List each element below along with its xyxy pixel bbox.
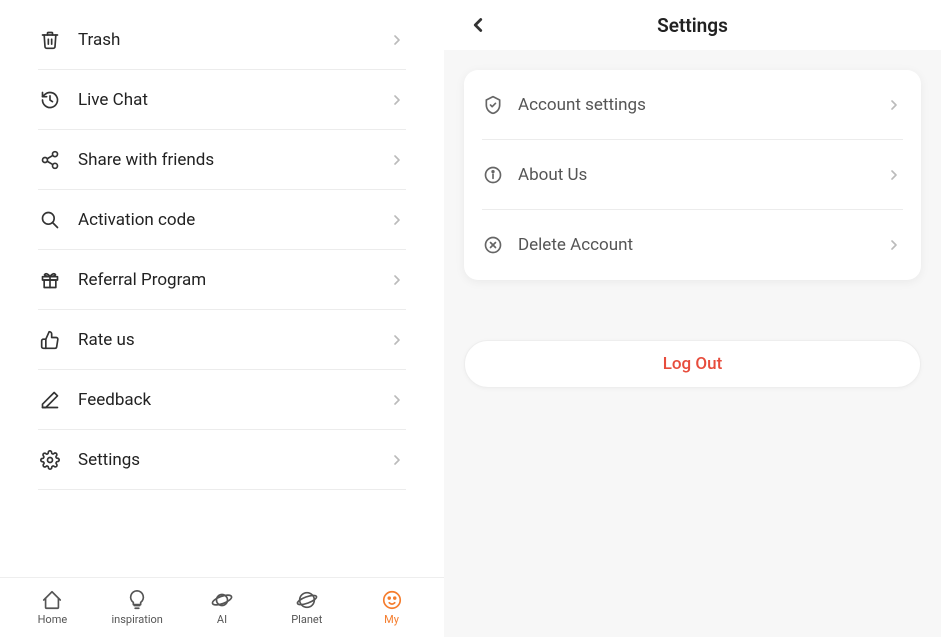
back-button[interactable] bbox=[464, 11, 492, 39]
card-item-label: Delete Account bbox=[518, 235, 885, 255]
menu-list: Trash Live Chat Share with friends bbox=[0, 0, 444, 577]
menu-item-label: Share with friends bbox=[78, 150, 388, 170]
card-item-account-settings[interactable]: Account settings bbox=[482, 70, 903, 140]
logout-button[interactable]: Log Out bbox=[464, 340, 921, 388]
bottom-nav: Home inspiration AI Planet My bbox=[0, 577, 444, 637]
menu-item-label: Settings bbox=[78, 450, 388, 470]
thumbs-up-icon bbox=[38, 328, 62, 352]
gift-icon bbox=[38, 268, 62, 292]
lightbulb-icon bbox=[126, 589, 148, 611]
settings-header: Settings bbox=[444, 0, 941, 50]
card-item-about-us[interactable]: About Us bbox=[482, 140, 903, 210]
close-circle-icon bbox=[482, 234, 504, 256]
nav-item-my[interactable]: My bbox=[357, 589, 427, 626]
trash-icon bbox=[38, 28, 62, 52]
card-item-delete-account[interactable]: Delete Account bbox=[482, 210, 903, 280]
chevron-right-icon bbox=[388, 151, 406, 169]
card-item-label: Account settings bbox=[518, 95, 885, 115]
shield-check-icon bbox=[482, 94, 504, 116]
menu-item-activation-code[interactable]: Activation code bbox=[38, 190, 406, 250]
menu-item-label: Feedback bbox=[78, 390, 388, 410]
user-face-icon bbox=[381, 589, 403, 611]
chevron-right-icon bbox=[885, 236, 903, 254]
chevron-right-icon bbox=[388, 391, 406, 409]
search-icon bbox=[38, 208, 62, 232]
settings-card: Account settings About Us Delete Accou bbox=[464, 70, 921, 280]
card-item-label: About Us bbox=[518, 165, 885, 185]
nav-item-label: My bbox=[384, 613, 399, 626]
nav-item-label: Home bbox=[38, 613, 68, 626]
settings-content: Account settings About Us Delete Accou bbox=[444, 50, 941, 637]
menu-item-feedback[interactable]: Feedback bbox=[38, 370, 406, 430]
chevron-right-icon bbox=[388, 31, 406, 49]
home-icon bbox=[41, 589, 63, 611]
nav-item-label: Planet bbox=[291, 613, 322, 626]
chevron-right-icon bbox=[388, 91, 406, 109]
menu-item-label: Referral Program bbox=[78, 270, 388, 290]
chevron-right-icon bbox=[388, 331, 406, 349]
nav-item-home[interactable]: Home bbox=[17, 589, 87, 626]
planet-icon bbox=[296, 589, 318, 611]
menu-item-rate-us[interactable]: Rate us bbox=[38, 310, 406, 370]
menu-item-live-chat[interactable]: Live Chat bbox=[38, 70, 406, 130]
nav-item-inspiration[interactable]: inspiration bbox=[102, 589, 172, 626]
edit-icon bbox=[38, 388, 62, 412]
nav-item-label: AI bbox=[217, 613, 227, 626]
share-icon bbox=[38, 148, 62, 172]
menu-item-label: Activation code bbox=[78, 210, 388, 230]
info-icon bbox=[482, 164, 504, 186]
chevron-right-icon bbox=[885, 166, 903, 184]
history-icon bbox=[38, 88, 62, 112]
menu-item-referral-program[interactable]: Referral Program bbox=[38, 250, 406, 310]
nav-item-ai[interactable]: AI bbox=[187, 589, 257, 626]
settings-panel: Settings Account settings About Us bbox=[444, 0, 941, 637]
nav-item-label: inspiration bbox=[111, 613, 162, 626]
nav-item-planet[interactable]: Planet bbox=[272, 589, 342, 626]
my-menu-panel: Trash Live Chat Share with friends bbox=[0, 0, 444, 637]
menu-item-label: Rate us bbox=[78, 330, 388, 350]
page-title: Settings bbox=[444, 14, 941, 37]
menu-item-label: Live Chat bbox=[78, 90, 388, 110]
chevron-right-icon bbox=[388, 271, 406, 289]
gear-icon bbox=[38, 448, 62, 472]
planet-ring-icon bbox=[211, 589, 233, 611]
chevron-right-icon bbox=[388, 451, 406, 469]
chevron-right-icon bbox=[885, 96, 903, 114]
chevron-right-icon bbox=[388, 211, 406, 229]
menu-item-trash[interactable]: Trash bbox=[38, 10, 406, 70]
menu-item-settings[interactable]: Settings bbox=[38, 430, 406, 490]
logout-label: Log Out bbox=[663, 354, 723, 374]
menu-item-label: Trash bbox=[78, 30, 388, 50]
chevron-left-icon bbox=[467, 14, 489, 36]
menu-item-share[interactable]: Share with friends bbox=[38, 130, 406, 190]
